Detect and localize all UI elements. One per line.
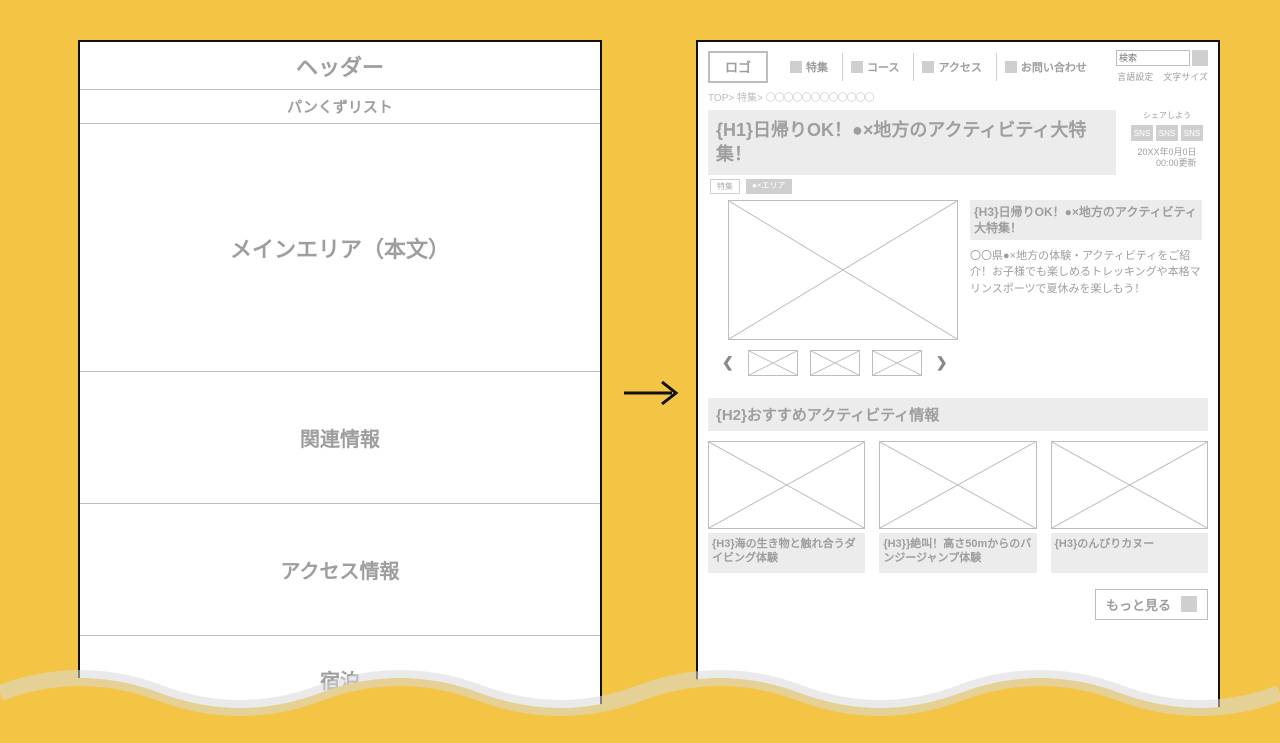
more-button[interactable]: もっと見る [1095,589,1208,620]
main-nav: 特集 コース アクセス お問い合わせ [782,53,1095,81]
section-related: 関連情報 [80,372,600,504]
search-input[interactable] [1116,50,1190,66]
section-main: メインエリア（本文） [80,124,600,372]
lang-setting[interactable]: 言語設定 [1117,70,1153,83]
hero-section: {H3}日帰りOK！●×地方のアクティビティ大特集！ 〇〇県●×地方の体験・アク… [708,200,1208,340]
tag-area[interactable]: ●×エリア [746,179,792,194]
card-image [1051,441,1208,529]
section-access: アクセス情報 [80,504,600,636]
top-right-controls: 言語設定 文字サイズ [1116,50,1208,83]
card-1[interactable]: {H3}海の生き物と触れ合うダイビング体験 [708,441,865,573]
more-icon [1181,596,1197,612]
card-title: {H3}のんびりカヌー [1051,533,1208,573]
section-header: ヘッダー [80,42,600,90]
recommend-heading: {H2}おすすめアクティビティ情報 [708,398,1208,431]
section-stay: 宿泊 [80,636,600,722]
sns-button-1[interactable]: SNS [1131,125,1153,141]
nav-item-access[interactable]: アクセス [913,53,989,81]
more-label: もっと見る [1106,595,1171,614]
hero-body: 〇〇県●×地方の体験・アクティビティをご紹介！お子様でも楽しめるトレッキングや本… [970,248,1202,298]
breadcrumb-current: 〇〇〇〇〇〇〇〇〇〇〇〇 [766,93,874,104]
card-3[interactable]: {H3}のんびりカヌー [1051,441,1208,573]
card-2[interactable]: {H3}}絶叫！高さ50mからのバンジージャンプ体験 [879,441,1036,573]
nav-icon [1005,61,1017,73]
nav-icon [790,61,802,73]
logo[interactable]: ロゴ [708,51,768,83]
sns-button-3[interactable]: SNS [1181,125,1203,141]
carousel-next[interactable]: ❯ [934,354,950,371]
nav-label: 特集 [806,59,828,75]
arrow-right-icon [622,378,680,408]
search [1116,50,1208,66]
nav-icon [922,61,934,73]
share-panel: シェアしよう SNS SNS SNS 20XX年0月0日 00:00更新 [1126,110,1208,175]
nav-label: お問い合わせ [1021,59,1087,75]
card-image [708,441,865,529]
thumbnail-carousel: ❮ ❯ [720,350,1208,376]
nav-item-contact[interactable]: お問い合わせ [996,53,1095,81]
nav-icon [851,61,863,73]
card-title: {H3}}絶叫！高さ50mからのバンジージャンプ体験 [879,533,1036,573]
wireframe-left: ヘッダー パンくずリスト メインエリア（本文） 関連情報 アクセス情報 宿泊 [78,40,602,720]
carousel-prev[interactable]: ❮ [720,354,736,371]
text-size-setting[interactable]: 文字サイズ [1163,70,1208,83]
breadcrumb: TOP> 特集> 〇〇〇〇〇〇〇〇〇〇〇〇 [708,89,1208,104]
breadcrumb-path[interactable]: TOP> 特集> [708,93,766,104]
hero-heading: {H3}日帰りOK！●×地方のアクティビティ大特集！ [970,200,1202,240]
section-breadcrumb: パンくずリスト [80,90,600,124]
top-bar: ロゴ 特集 コース アクセス お問い合わせ 言語設定 文字サイズ [708,50,1208,83]
thumb-1[interactable] [748,350,798,376]
nav-item-feature[interactable]: 特集 [782,53,836,81]
tags: 特集 ●×エリア [710,179,1208,194]
sns-button-2[interactable]: SNS [1156,125,1178,141]
mockup-right: ロゴ 特集 コース アクセス お問い合わせ 言語設定 文字サイズ TOP> 特集… [696,40,1220,720]
share-label: シェアしよう [1143,110,1191,121]
nav-item-course[interactable]: コース [842,53,907,81]
card-image [879,441,1036,529]
thumb-2[interactable] [810,350,860,376]
card-title: {H3}海の生き物と触れ合うダイビング体験 [708,533,865,573]
hero-image [728,200,958,340]
update-date: 20XX年0月0日 00:00更新 [1137,147,1196,169]
nav-label: コース [867,59,899,75]
search-button[interactable] [1192,50,1208,66]
page-title: {H1}日帰りOK！●×地方のアクティビティ大特集！ [708,110,1116,175]
tag-feature[interactable]: 特集 [710,179,740,194]
nav-label: アクセス [938,59,981,75]
thumb-3[interactable] [872,350,922,376]
card-list: {H3}海の生き物と触れ合うダイビング体験 {H3}}絶叫！高さ50mからのバン… [708,441,1208,573]
